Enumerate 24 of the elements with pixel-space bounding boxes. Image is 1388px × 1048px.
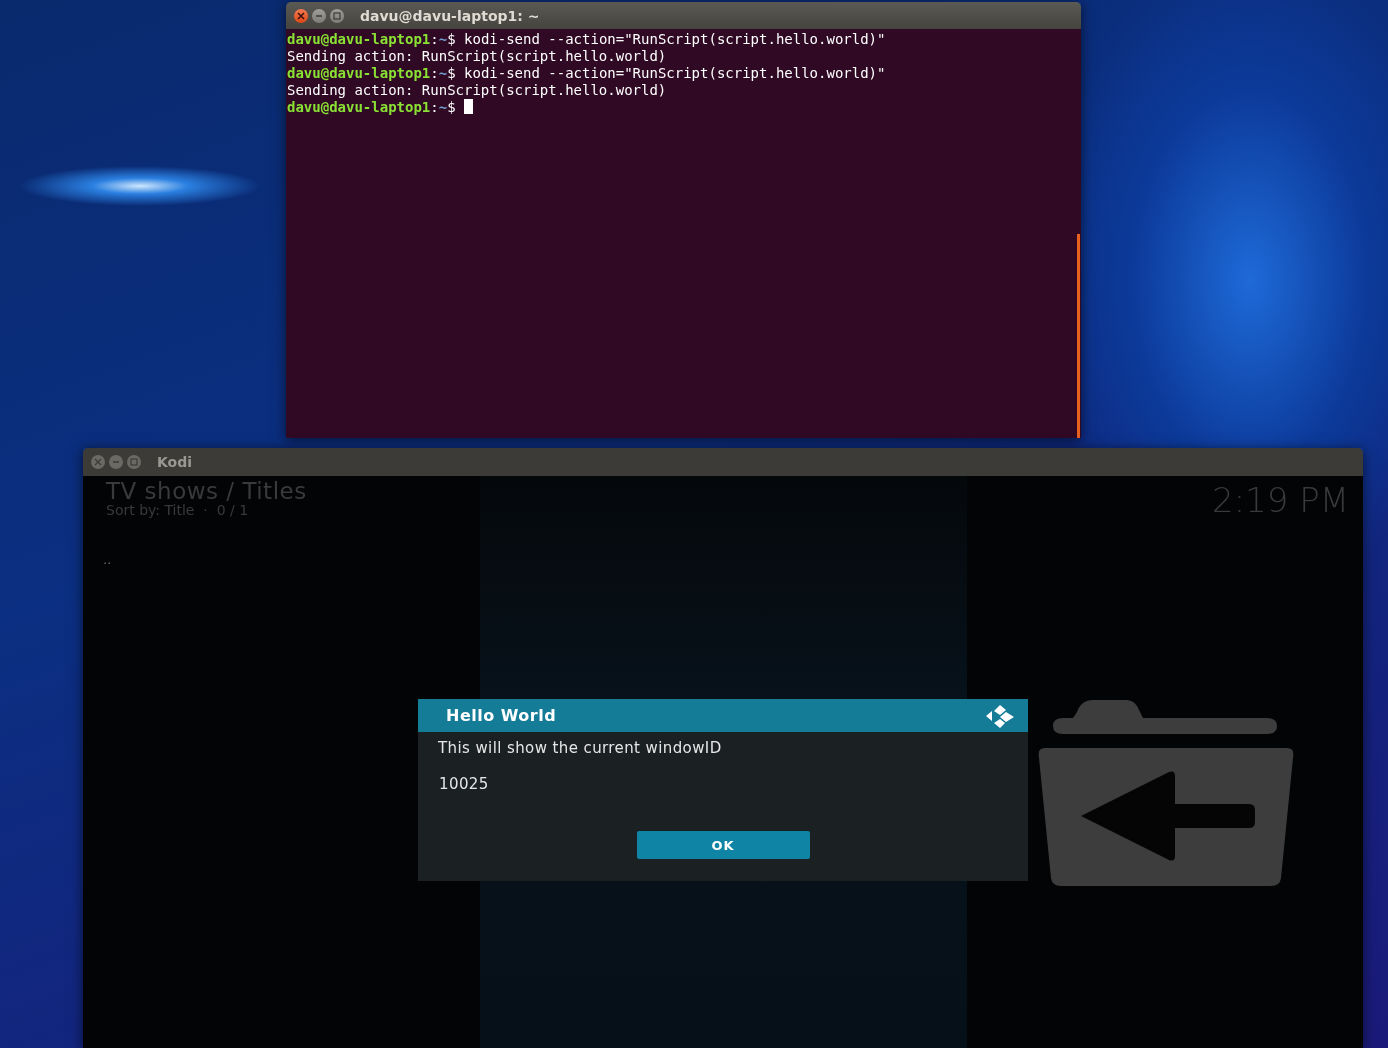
- minus-icon: [112, 458, 120, 466]
- minimize-button[interactable]: [109, 455, 123, 469]
- window-title: Kodi: [157, 454, 193, 470]
- terminal-line: Sending action: RunScript(script.hello.world): [287, 82, 668, 99]
- terminal-line: Sending action: RunScript(script.hello.world): [287, 48, 668, 65]
- window-title: davu@davu-laptop1: ~: [360, 7, 540, 24]
- window-id-value: 10025: [439, 775, 490, 793]
- diamond-logo-icon: [984, 702, 1016, 729]
- terminal-line: davu@davu-laptop1:~$: [287, 99, 1081, 116]
- list-item[interactable]: ..: [103, 552, 112, 567]
- close-button[interactable]: [294, 8, 308, 23]
- terminal-line: davu@davu-laptop1:~$ kodi-send --action="RunScript(script.hello.world)": [287, 31, 887, 48]
- dialog-title: Hello World: [446, 706, 557, 725]
- square-icon: [130, 458, 138, 466]
- maximize-button[interactable]: [127, 455, 141, 469]
- ok-button[interactable]: OK: [636, 831, 810, 859]
- square-icon: [333, 11, 341, 20]
- minimize-button[interactable]: [312, 8, 326, 23]
- terminal-line: davu@davu-laptop1:~$ kodi-send --action="RunScript(script.hello.world)": [287, 65, 887, 82]
- folder-back-arrow-icon: [1037, 698, 1295, 888]
- close-icon: [94, 458, 102, 466]
- maximize-button[interactable]: [330, 8, 344, 23]
- close-icon: [297, 11, 305, 20]
- dialog-message: This will show the current windowID: [438, 739, 723, 757]
